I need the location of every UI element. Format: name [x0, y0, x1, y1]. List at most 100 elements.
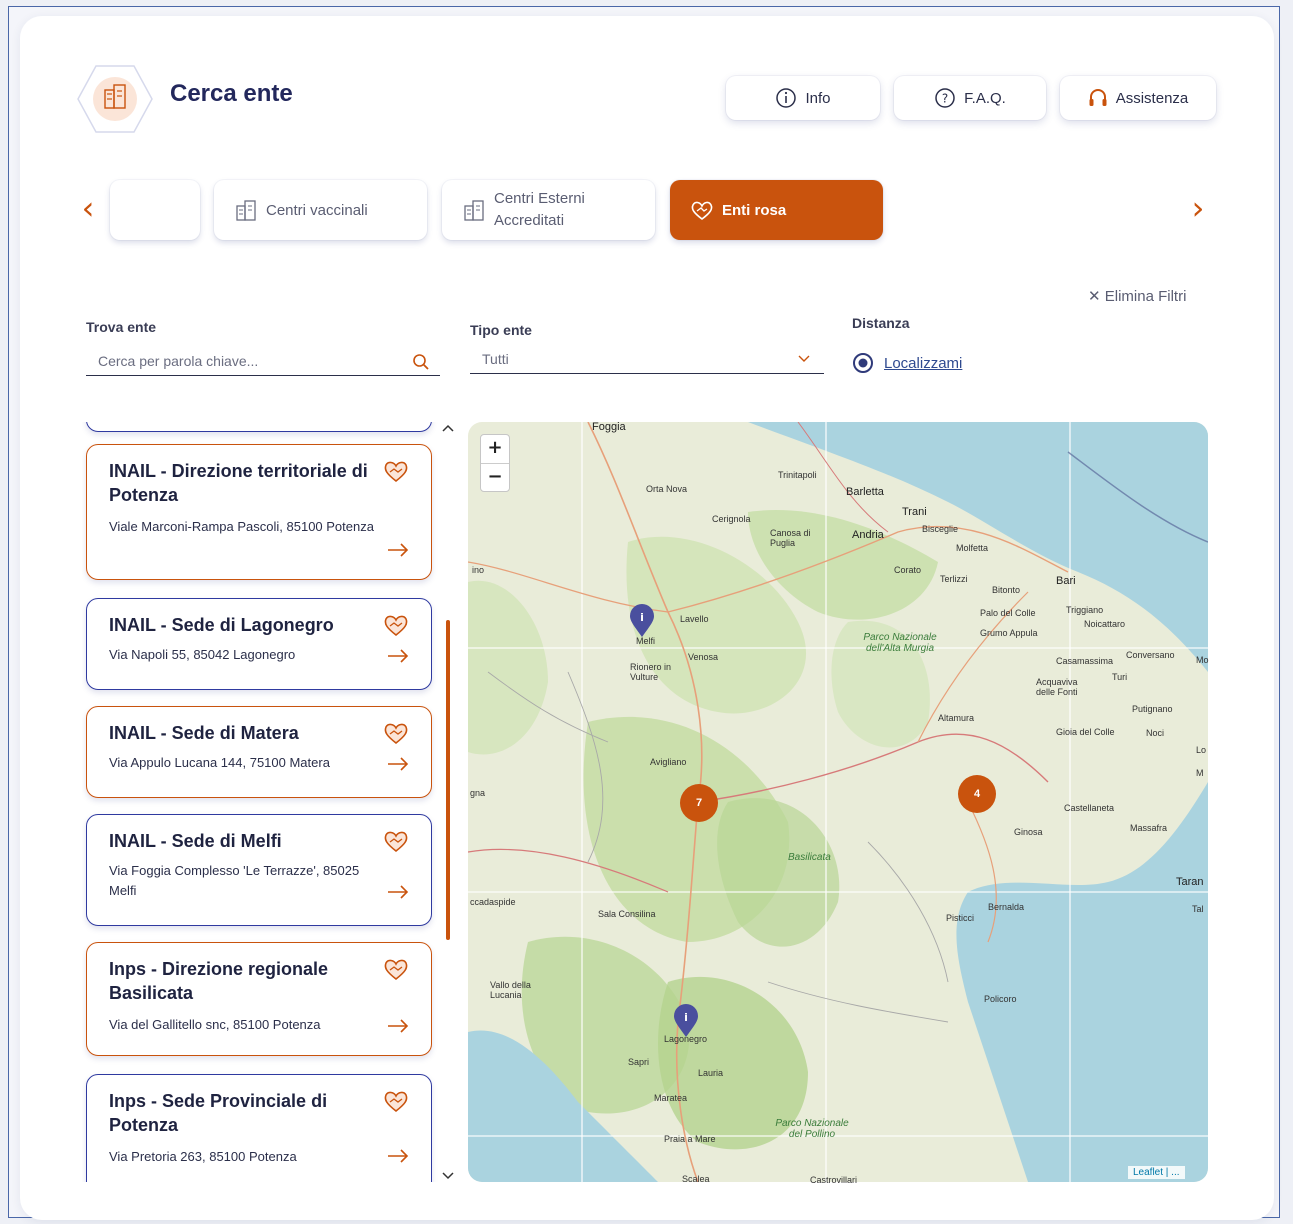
list-item-address: Via Foggia Complesso 'Le Terrazze', 8502… — [109, 863, 360, 898]
arrow-right-icon[interactable] — [387, 1149, 409, 1163]
map-label: Andria — [852, 529, 884, 541]
arrow-right-icon[interactable] — [387, 543, 409, 557]
arrow-right-icon[interactable] — [387, 1019, 409, 1033]
assistenza-button-label: Assistenza — [1115, 89, 1189, 107]
map-label: Foggia — [592, 421, 626, 433]
map-cluster[interactable]: 7 — [680, 784, 718, 822]
tab-enti-rosa[interactable]: Enti rosa — [670, 180, 883, 240]
tab-centri-vaccinali[interactable]: Centri vaccinali — [214, 180, 427, 240]
carousel-next-button[interactable]: › — [1186, 190, 1210, 226]
map-label: ccadaspide — [470, 897, 516, 907]
list-item-address: Via Appulo Lucana 144, 75100 Matera — [109, 755, 330, 770]
list-item-address: Viale Marconi-Rampa Pascoli, 85100 Poten… — [109, 519, 374, 534]
map-view[interactable] — [468, 422, 1208, 1182]
heart-hands-icon — [384, 959, 408, 981]
info-button-label: Info — [805, 89, 831, 107]
map-label: Castrovillari — [810, 1175, 858, 1185]
arrow-right-icon[interactable] — [387, 649, 409, 663]
localize-button[interactable]: Localizzami — [852, 352, 962, 374]
map-label: Sapri — [628, 1057, 650, 1067]
map-label: Lavello — [680, 614, 709, 624]
localize-link: Localizzami — [884, 354, 963, 372]
tab-hidden-partial[interactable] — [110, 180, 200, 240]
scroll-down-icon[interactable] — [442, 1172, 454, 1180]
map-label: Noicattaro — [1084, 619, 1126, 629]
map-label: Trinitapoli — [778, 470, 817, 480]
map-label: Parco Nazionale del Pollino — [775, 1118, 849, 1140]
map-label: Acquaviva delle Fonti — [1036, 677, 1078, 697]
map-label: Casamassima — [1056, 656, 1114, 666]
map-label: Bari — [1056, 575, 1076, 587]
map-label: Policoro — [984, 994, 1017, 1004]
map-cluster[interactable]: 4 — [958, 775, 996, 813]
distance-label: Distanza — [852, 315, 910, 331]
info-button[interactable]: Info — [726, 76, 880, 120]
close-icon: ✕ — [1088, 288, 1101, 305]
map-label: Taran — [1176, 876, 1204, 888]
tab-label: Enti rosa — [722, 201, 787, 219]
map-label: Trani — [902, 506, 927, 518]
map-marker-icon[interactable]: i — [672, 1004, 700, 1038]
arrow-right-icon[interactable] — [387, 757, 409, 771]
list-item[interactable]: INAIL - Direzione territoriale di Potenz… — [86, 444, 432, 580]
tab-centri-esterni-accreditati[interactable]: Centri Esterni Accreditati — [442, 180, 655, 240]
map-label: Noci — [1146, 728, 1165, 738]
map-label: Massafra — [1130, 823, 1168, 833]
map-label: Bitonto — [992, 585, 1021, 595]
list-item-title: Inps - Sede Provinciale di Potenza — [109, 1091, 328, 1135]
arrow-right-icon[interactable] — [387, 885, 409, 899]
list-scrollbar-thumb[interactable] — [446, 620, 450, 940]
clear-filters-button[interactable]: ✕ Elimina Filtri — [1088, 287, 1186, 305]
question-icon: ? — [935, 88, 955, 108]
list-item-title: INAIL - Sede di Matera — [109, 723, 299, 743]
map-label: Conversano — [1126, 650, 1175, 660]
map-label: Cerignola — [712, 514, 751, 524]
map-label: Turi — [1112, 672, 1128, 682]
list-item[interactable] — [86, 422, 432, 432]
map-label: Palo del Colle — [980, 608, 1036, 618]
tab-label-line1: Centri Esterni — [494, 190, 585, 207]
carousel-prev-button[interactable]: ‹ — [76, 190, 100, 226]
map-marker-icon[interactable]: i — [628, 604, 656, 638]
type-select[interactable]: Tutti — [470, 344, 824, 374]
type-label: Tipo ente — [470, 322, 532, 338]
map-label: Gioia del Colle — [1056, 727, 1115, 737]
map-label: Orta Nova — [646, 484, 688, 494]
chevron-down-icon — [798, 355, 810, 362]
faq-button[interactable]: ? F.A.Q. — [894, 76, 1046, 120]
results-list[interactable]: INAIL - Direzione territoriale di Potenz… — [82, 422, 444, 1182]
scroll-up-icon[interactable] — [442, 424, 454, 432]
list-item-address: Via Napoli 55, 85042 Lagonegro — [109, 647, 296, 662]
assistenza-button[interactable]: Assistenza — [1060, 76, 1216, 120]
map-label: Mo — [1196, 655, 1209, 665]
map-label: Scalea — [682, 1174, 710, 1184]
list-item[interactable]: Inps - Sede Provinciale di Potenza Via P… — [86, 1074, 432, 1182]
list-item-title: INAIL - Direzione territoriale di Potenz… — [109, 461, 368, 505]
map-label: Avigliano — [650, 757, 687, 767]
search-input[interactable]: Cerca per parola chiave... — [86, 346, 440, 376]
map-tiles — [468, 422, 1208, 1182]
map-label: Praia a Mare — [664, 1134, 716, 1144]
list-item-address: Via del Gallitello snc, 85100 Potenza — [109, 1017, 321, 1032]
svg-text:i: i — [640, 611, 644, 624]
map-label: Venosa — [688, 652, 719, 662]
map-zoom-control[interactable]: + − — [480, 434, 510, 492]
zoom-out-button[interactable]: − — [481, 464, 509, 492]
map-label: Putignano — [1132, 704, 1173, 714]
heart-hands-icon — [384, 1091, 408, 1113]
heart-hands-icon — [384, 723, 408, 745]
building-icon — [236, 200, 256, 221]
list-item-title: Inps - Direzione regionale Basilicata — [109, 959, 329, 1003]
building-icon — [464, 200, 484, 221]
map-label: Maratea — [654, 1093, 688, 1103]
map-attribution[interactable]: Leaflet | ... — [1128, 1166, 1185, 1179]
list-item[interactable]: Inps - Direzione regionale Basilicata Vi… — [86, 942, 432, 1056]
map-label: Canosa di Puglia — [770, 528, 811, 548]
list-item[interactable]: INAIL - Sede di Matera Via Appulo Lucana… — [86, 706, 432, 798]
list-item[interactable]: INAIL - Sede di Melfi Via Foggia Comples… — [86, 814, 432, 926]
list-item[interactable]: INAIL - Sede di Lagonegro Via Napoli 55,… — [86, 598, 432, 690]
zoom-in-button[interactable]: + — [481, 435, 509, 464]
heart-hands-icon — [691, 201, 713, 221]
map-label: Barletta — [846, 486, 884, 498]
tab-label: Centri vaccinali — [266, 201, 368, 219]
